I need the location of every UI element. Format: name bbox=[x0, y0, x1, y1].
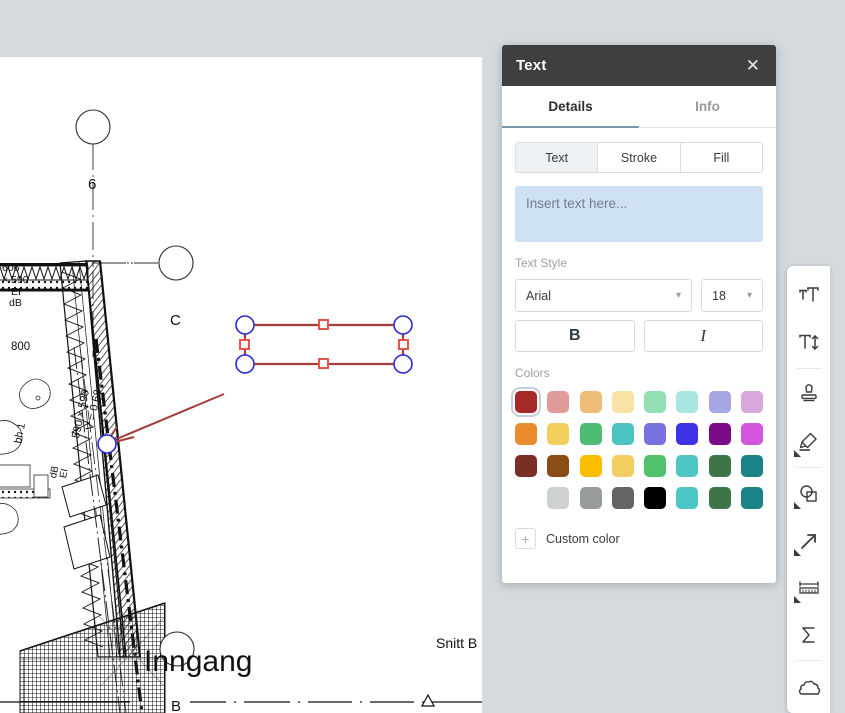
tab-info[interactable]: Info bbox=[639, 86, 776, 128]
color-swatch-grid[interactable] bbox=[511, 387, 763, 509]
submenu-arrow-icon bbox=[794, 502, 801, 509]
color-swatch[interactable] bbox=[644, 487, 666, 509]
color-swatch[interactable] bbox=[579, 455, 602, 477]
section-triangle-icon bbox=[420, 693, 436, 707]
cad-canvas[interactable]: 6 C B 606 × 590 EI dB 800 Inngang Snitt … bbox=[0, 57, 482, 713]
cad-drawing bbox=[0, 109, 482, 713]
text-line-spacing-icon bbox=[798, 332, 820, 354]
color-swatch[interactable] bbox=[740, 455, 763, 477]
arrow-tool[interactable] bbox=[787, 517, 830, 564]
panel-body: Text Stroke Fill Insert text here... Tex… bbox=[502, 128, 776, 583]
annotation-800: 800 bbox=[11, 341, 31, 353]
annotation-606: 606 bbox=[2, 262, 20, 274]
font-family-value: Arial bbox=[526, 288, 552, 303]
color-swatch[interactable] bbox=[579, 391, 602, 413]
color-swatch[interactable] bbox=[644, 423, 666, 445]
panel-title: Text bbox=[516, 57, 547, 74]
close-icon[interactable]: ✕ bbox=[744, 55, 762, 76]
highlighter-tool[interactable] bbox=[787, 418, 830, 465]
colors-label: Colors bbox=[515, 366, 550, 380]
toolbar-separator bbox=[795, 368, 822, 369]
grid-bubble-label-b: B bbox=[171, 698, 182, 713]
font-weight-style-row: B I bbox=[515, 320, 763, 352]
stamp-icon bbox=[798, 383, 820, 406]
color-swatch[interactable] bbox=[708, 455, 731, 477]
color-swatch[interactable] bbox=[708, 391, 731, 413]
app-root: 6 C B 606 × 590 EI dB 800 Inngang Snitt … bbox=[0, 0, 845, 713]
toolbar-separator bbox=[795, 467, 822, 468]
color-swatch[interactable] bbox=[579, 423, 602, 445]
grid-bubble-label-6: 6 bbox=[88, 176, 97, 193]
plus-icon[interactable]: + bbox=[515, 528, 536, 549]
color-swatch[interactable] bbox=[547, 391, 570, 413]
color-swatch-empty bbox=[515, 487, 537, 509]
color-swatch[interactable] bbox=[515, 455, 537, 477]
color-swatch[interactable] bbox=[515, 423, 537, 445]
color-swatch[interactable] bbox=[676, 391, 699, 413]
color-swatch[interactable] bbox=[740, 423, 763, 445]
color-swatch[interactable] bbox=[579, 487, 602, 509]
color-swatch[interactable] bbox=[611, 455, 634, 477]
annotation-db: dB bbox=[9, 297, 22, 309]
annotation-590: × 590 bbox=[2, 274, 29, 286]
annotation-inngang: Inngang bbox=[144, 645, 253, 678]
submenu-arrow-icon bbox=[794, 596, 801, 603]
text-size-icon bbox=[798, 285, 820, 307]
shapes-tool[interactable] bbox=[787, 470, 830, 517]
rotated-annotation-ei: EI bbox=[58, 467, 71, 480]
text-size-tool[interactable] bbox=[787, 272, 830, 319]
segment-stroke[interactable]: Stroke bbox=[598, 143, 681, 172]
annotation-snitt-b: Snitt B bbox=[436, 635, 478, 651]
segment-fill[interactable]: Fill bbox=[680, 143, 762, 172]
text-line-spacing-tool[interactable] bbox=[787, 319, 830, 366]
text-input[interactable]: Insert text here... bbox=[515, 186, 763, 242]
font-size-select[interactable]: 18 ▾ bbox=[701, 279, 763, 312]
segment-text[interactable]: Text bbox=[516, 143, 599, 172]
color-swatch[interactable] bbox=[547, 487, 570, 509]
chevron-down-icon: ▾ bbox=[675, 290, 681, 301]
color-swatch[interactable] bbox=[644, 391, 666, 413]
color-swatch[interactable] bbox=[547, 423, 570, 445]
color-swatch[interactable] bbox=[511, 387, 541, 417]
panel-header: Text ✕ bbox=[502, 45, 776, 86]
panel-tab-bar[interactable]: Details Info bbox=[502, 86, 776, 128]
font-family-select[interactable]: Arial ▾ bbox=[515, 279, 692, 312]
color-swatch[interactable] bbox=[676, 423, 699, 445]
text-properties-panel[interactable]: Text ✕ Details Info Text Stroke Fill Ins… bbox=[502, 45, 776, 583]
color-swatch[interactable] bbox=[708, 423, 731, 445]
annotation-toolbar[interactable] bbox=[787, 266, 830, 713]
color-swatch[interactable] bbox=[676, 487, 699, 509]
color-swatch[interactable] bbox=[611, 487, 634, 509]
italic-button[interactable]: I bbox=[643, 320, 763, 352]
custom-color-label[interactable]: Custom color bbox=[546, 532, 620, 546]
measure-tool[interactable] bbox=[787, 564, 830, 611]
chevron-down-icon: ▾ bbox=[746, 290, 752, 301]
cloud-icon bbox=[797, 678, 821, 696]
stamp-tool[interactable] bbox=[787, 371, 830, 418]
color-swatch[interactable] bbox=[611, 423, 634, 445]
color-swatch[interactable] bbox=[708, 487, 731, 509]
color-swatch[interactable] bbox=[547, 455, 570, 477]
bold-button[interactable]: B bbox=[515, 320, 635, 352]
style-target-segmented-control[interactable]: Text Stroke Fill bbox=[515, 142, 763, 173]
color-swatch[interactable] bbox=[676, 455, 699, 477]
color-swatch[interactable] bbox=[740, 487, 763, 509]
color-swatch[interactable] bbox=[611, 391, 634, 413]
font-controls-row: Arial ▾ 18 ▾ bbox=[515, 279, 763, 312]
submenu-arrow-icon bbox=[794, 549, 801, 556]
sum-icon bbox=[798, 624, 820, 646]
font-size-value: 18 bbox=[712, 288, 726, 303]
submenu-arrow-icon bbox=[794, 450, 801, 457]
tab-details[interactable]: Details bbox=[502, 86, 639, 128]
grid-bubble-label-c: C bbox=[170, 312, 181, 329]
color-swatch[interactable] bbox=[644, 455, 666, 477]
color-swatch[interactable] bbox=[740, 391, 763, 413]
text-style-label: Text Style bbox=[515, 256, 568, 270]
sum-tool[interactable] bbox=[787, 611, 830, 658]
custom-color-row[interactable]: + Custom color bbox=[515, 528, 763, 563]
toolbar-separator bbox=[795, 660, 822, 661]
cloud-tool[interactable] bbox=[787, 663, 830, 710]
